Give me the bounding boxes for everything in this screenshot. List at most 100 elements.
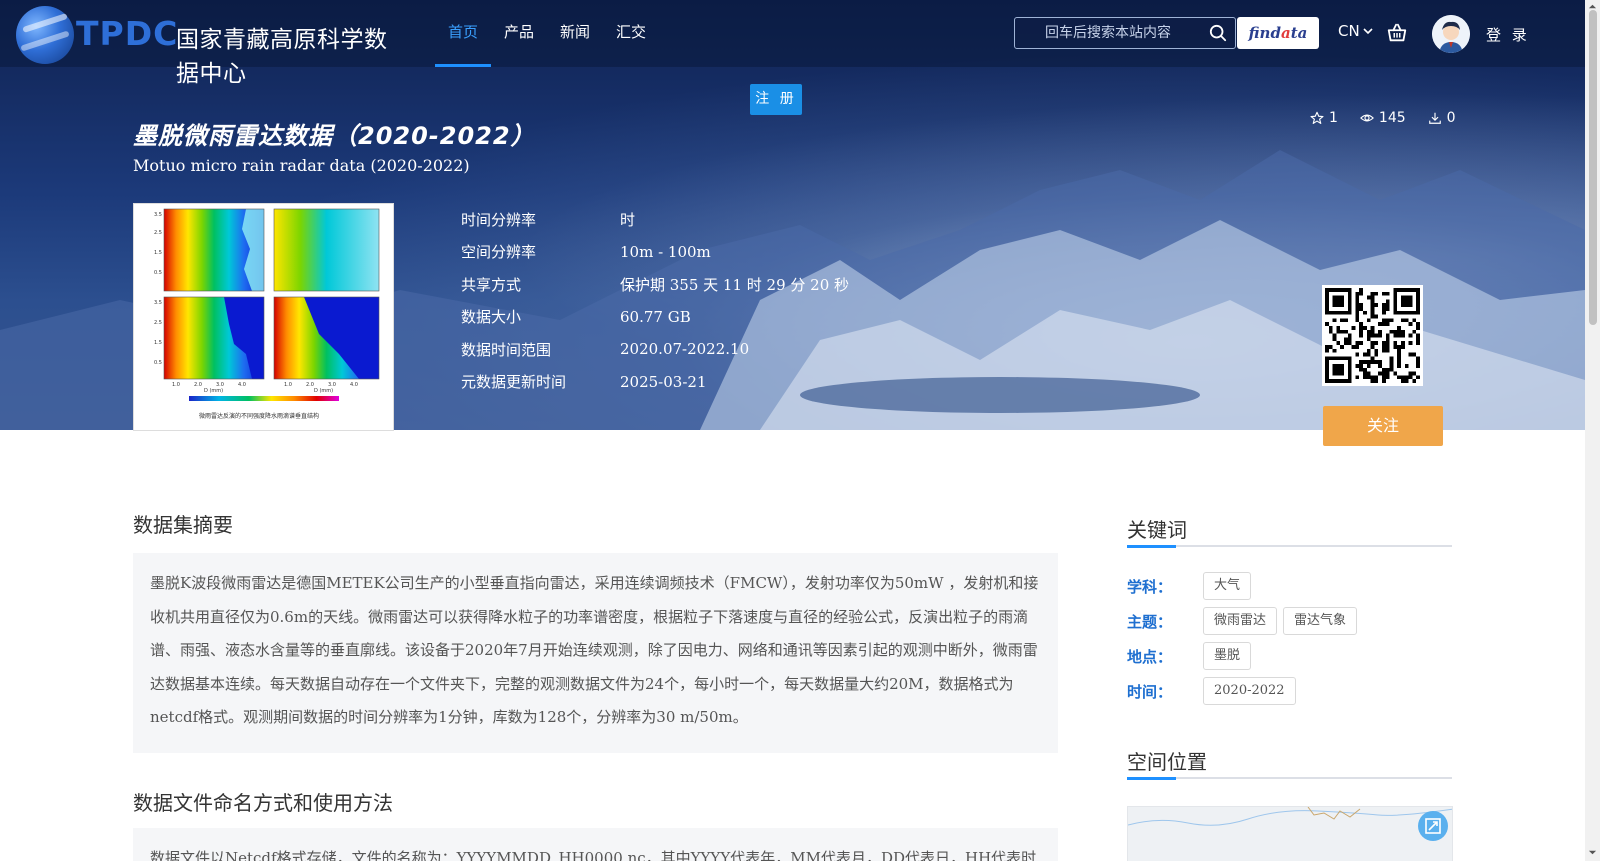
search-box xyxy=(1014,17,1236,49)
star-icon xyxy=(1310,111,1324,124)
keyword-label: 主题： xyxy=(1127,612,1173,631)
qr-code xyxy=(1322,285,1423,386)
naming-box: 数据文件以Netcdf格式存储，文件的名称为：YYYYMMDD_HH0000.n… xyxy=(133,828,1058,861)
thumbnail-caption: 微雨雷达反演的不同强度降水雨滴谱垂直结构 xyxy=(199,412,319,420)
star-stat[interactable]: 1 xyxy=(1310,110,1338,126)
meta-value: 2025-03-21 xyxy=(620,372,707,391)
search-input[interactable] xyxy=(1015,18,1205,48)
svg-text:4.0: 4.0 xyxy=(350,382,358,388)
download-count: 0 xyxy=(1446,110,1456,126)
keyword-row-subject: 学科： 大气 xyxy=(1127,572,1257,600)
svg-text:3.5: 3.5 xyxy=(154,300,162,306)
page-scrollbar[interactable] xyxy=(1585,0,1600,861)
svg-text:2.0: 2.0 xyxy=(194,382,202,388)
follow-button[interactable]: 关注 xyxy=(1323,406,1443,446)
svg-text:2.5: 2.5 xyxy=(154,230,162,236)
download-icon xyxy=(1428,112,1441,124)
search-icon[interactable] xyxy=(1209,24,1227,42)
scroll-down-icon[interactable] xyxy=(1588,848,1597,857)
dataset-thumbnail[interactable]: 3.5 2.5 1.5 0.5 3.5 2.5 1.5 0.5 1.0 2.0 3.0 4.0 1… xyxy=(133,203,394,431)
star-count: 1 xyxy=(1329,110,1338,126)
findata-accent: a xyxy=(1280,24,1291,42)
spatial-divider xyxy=(1127,777,1452,780)
keyword-label: 地点： xyxy=(1127,647,1173,666)
view-count: 145 xyxy=(1378,110,1406,126)
naming-text: 数据文件以Netcdf格式存储，文件的名称为：YYYYMMDD_HH0000.n… xyxy=(150,849,1037,861)
keyword-tag[interactable]: 雷达气象 xyxy=(1283,607,1358,635)
main-nav: 首页 产品 新闻 汇交 xyxy=(435,0,659,67)
findata-prefix: find xyxy=(1248,24,1281,42)
user-avatar-icon xyxy=(1432,15,1470,53)
keywords-divider xyxy=(1127,545,1452,548)
globe-logo-icon xyxy=(16,6,74,64)
svg-text:3.5: 3.5 xyxy=(154,212,162,218)
abstract-box: 墨脱K波段微雨雷达是德国METEK公司生产的小型垂直指向雷达，采用连续调频技术（… xyxy=(133,553,1058,753)
meta-value: 60.77 GB xyxy=(620,307,691,326)
dataset-title-cn: 墨脱微雨雷达数据（2020-2022） xyxy=(133,122,536,150)
dataset-stats: 1 145 0 xyxy=(1310,110,1456,126)
dataset-metadata: 时间分辨率 时 空间分辨率 10m - 100m 共享方式 保护期 355 天 … xyxy=(461,203,849,398)
view-stat: 145 xyxy=(1359,110,1406,126)
cart-icon[interactable] xyxy=(1386,22,1408,44)
svg-text:4.0: 4.0 xyxy=(238,382,246,388)
site-name: 国家青藏高原科学数据中心 xyxy=(176,27,388,87)
keyword-row-time: 时间： 2020-2022 xyxy=(1127,677,1302,705)
svg-text:0.5: 0.5 xyxy=(154,360,162,366)
svg-text:D (mm): D (mm) xyxy=(314,388,333,394)
login-link[interactable]: 登 录 xyxy=(1486,24,1530,45)
meta-value: 10m - 100m xyxy=(620,242,711,261)
spatial-title: 空间位置 xyxy=(1127,750,1207,774)
findata-link[interactable]: findata xyxy=(1237,17,1319,49)
meta-row: 共享方式 保护期 355 天 11 时 29 分 20 秒 xyxy=(461,268,849,301)
svg-text:D (mm): D (mm) xyxy=(204,388,223,394)
expand-icon xyxy=(1425,818,1441,834)
meta-key: 数据大小 xyxy=(461,308,522,327)
keyword-label: 学科： xyxy=(1127,577,1173,596)
register-button[interactable]: 注 册 xyxy=(750,84,802,115)
svg-text:1.5: 1.5 xyxy=(154,250,162,256)
abstract-text: 墨脱K波段微雨雷达是德国METEK公司生产的小型垂直指向雷达，采用连续调频技术（… xyxy=(150,574,1039,726)
dataset-title-en: Motuo micro rain radar data (2020-2022) xyxy=(133,156,470,175)
meta-row: 元数据更新时间 2025-03-21 xyxy=(461,366,849,399)
svg-text:2.5: 2.5 xyxy=(154,320,162,326)
keyword-tag[interactable]: 2020-2022 xyxy=(1203,677,1296,705)
meta-row: 数据大小 60.77 GB xyxy=(461,301,849,334)
avatar[interactable] xyxy=(1432,15,1470,53)
meta-row: 空间分辨率 10m - 100m xyxy=(461,236,849,269)
nav-item-news[interactable]: 新闻 xyxy=(547,0,603,67)
eye-icon xyxy=(1359,114,1374,122)
meta-key: 空间分辨率 xyxy=(461,243,537,262)
meta-key: 元数据更新时间 xyxy=(461,373,567,392)
meta-row: 数据时间范围 2020.07-2022.10 xyxy=(461,333,849,366)
svg-text:1.5: 1.5 xyxy=(154,340,162,346)
keyword-tag[interactable]: 微雨雷达 xyxy=(1203,607,1278,635)
keyword-tag[interactable]: 墨脱 xyxy=(1203,642,1252,670)
keyword-tag[interactable]: 大气 xyxy=(1203,572,1252,600)
meta-key: 共享方式 xyxy=(461,275,522,294)
keywords-title: 关键词 xyxy=(1127,518,1187,542)
chevron-down-icon xyxy=(1363,28,1373,35)
keyword-row-place: 地点： 墨脱 xyxy=(1127,642,1257,670)
meta-value: 2020.07-2022.10 xyxy=(620,340,750,359)
logo-abbreviation: TPDC xyxy=(76,14,179,53)
meta-value: 时 xyxy=(620,210,636,229)
language-label: CN xyxy=(1338,22,1360,40)
language-switch[interactable]: CN xyxy=(1338,22,1374,40)
svg-text:2.0: 2.0 xyxy=(306,382,314,388)
keyword-row-theme: 主题： 微雨雷达 雷达气象 xyxy=(1127,607,1363,635)
svg-text:1.0: 1.0 xyxy=(172,382,180,388)
map-expand-button[interactable] xyxy=(1418,811,1448,841)
qr-code-icon xyxy=(1325,288,1420,383)
nav-item-products[interactable]: 产品 xyxy=(491,0,547,67)
nav-item-submit[interactable]: 汇交 xyxy=(603,0,659,67)
meta-row: 时间分辨率 时 xyxy=(461,203,849,236)
site-logo[interactable]: TPDC 国家青藏高原科学数据中心 xyxy=(14,4,394,87)
spatial-map[interactable] xyxy=(1127,806,1453,861)
scrollbar-thumb[interactable] xyxy=(1589,10,1597,325)
meta-key: 数据时间范围 xyxy=(461,340,552,359)
meta-key: 时间分辨率 xyxy=(461,210,537,229)
keyword-label: 时间： xyxy=(1127,682,1173,701)
nav-item-home[interactable]: 首页 xyxy=(435,0,492,67)
svg-text:0.5: 0.5 xyxy=(154,270,162,276)
map-image xyxy=(1128,807,1452,861)
